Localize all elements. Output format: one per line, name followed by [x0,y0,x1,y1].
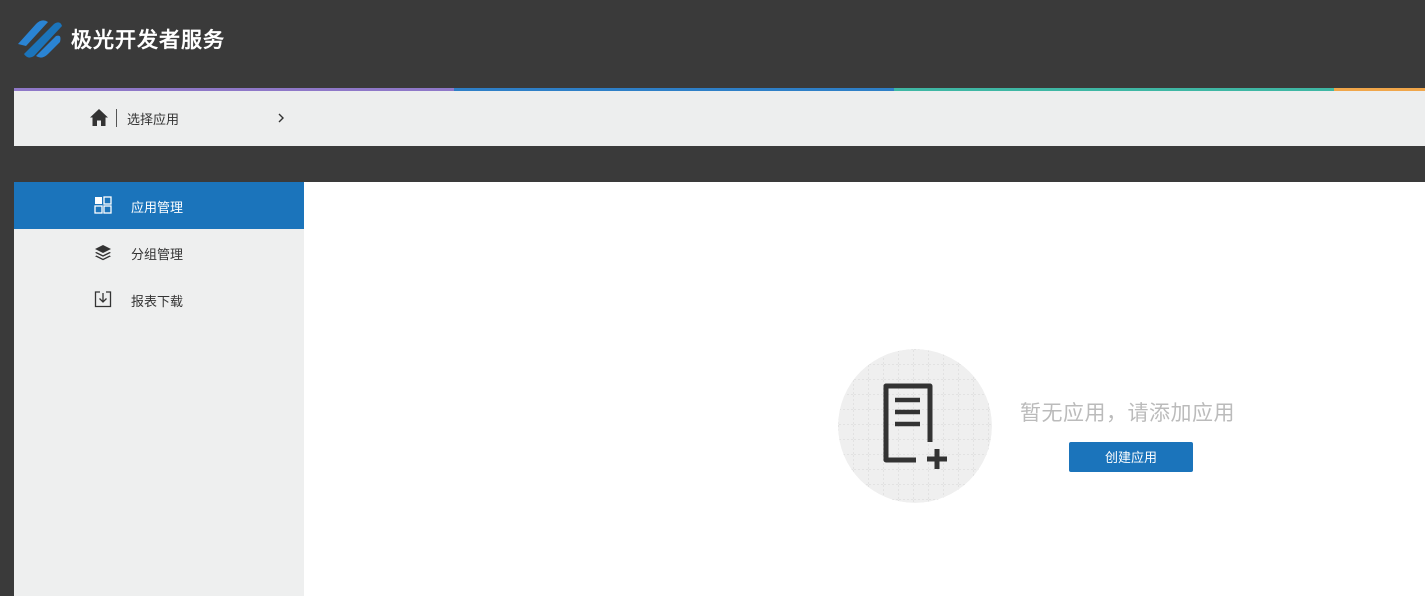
sidebar-item-label: 报表下载 [131,295,184,310]
sidebar-item-app-management[interactable]: 应用管理 [14,182,304,229]
main-content: 暂无应用，请添加应用 创建应用 [304,182,1425,596]
home-icon[interactable] [89,108,109,127]
layers-icon [95,245,111,261]
create-app-button[interactable]: 创建应用 [1069,442,1193,472]
sidebar: 应用管理 分组管理 报表下载 [14,182,304,596]
chevron-right-icon[interactable] [276,110,286,126]
document-add-icon [838,349,992,503]
apps-grid-icon [94,196,112,214]
sidebar-item-label: 分组管理 [131,248,184,263]
download-icon [94,291,112,308]
sidebar-item-group-management[interactable]: 分组管理 [14,229,304,276]
select-app-crumb[interactable]: 选择应用 [127,109,179,128]
top-header: 极光开发者服务 [0,0,1425,88]
empty-state-message: 暂无应用，请添加应用 [1020,401,1235,425]
sidebar-item-label: 应用管理 [131,201,184,216]
jiguang-logo-icon[interactable] [14,16,64,60]
breadcrumb: 选择应用 [14,91,1425,146]
breadcrumb-divider [116,109,117,127]
brand-title[interactable]: 极光开发者服务 [71,24,225,54]
sidebar-item-report-download[interactable]: 报表下载 [14,276,304,323]
